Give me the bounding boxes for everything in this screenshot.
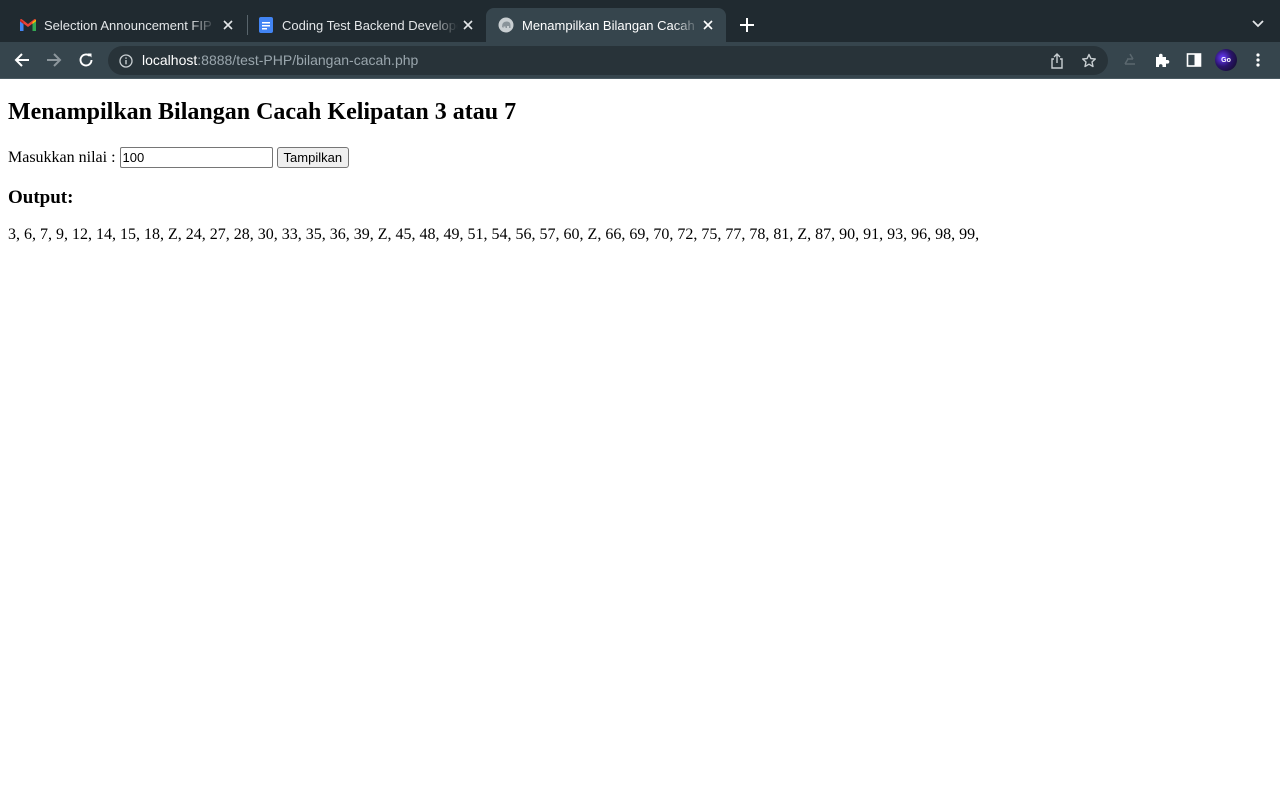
google-docs-icon	[258, 17, 274, 33]
back-button[interactable]	[11, 49, 33, 71]
share-icon[interactable]	[1048, 52, 1066, 70]
input-form: Masukkan nilai : Tampilkan	[8, 147, 350, 168]
gmail-icon	[20, 17, 36, 33]
arrow-left-icon	[14, 53, 29, 67]
close-tab-icon[interactable]	[220, 17, 236, 33]
extensions-puzzle-icon[interactable]	[1151, 49, 1173, 71]
url-host: localhost	[142, 52, 198, 68]
close-tab-icon[interactable]	[700, 17, 716, 33]
reload-icon	[79, 53, 93, 67]
more-vertical-icon	[1256, 53, 1260, 67]
value-input[interactable]	[119, 147, 273, 168]
profile-avatar[interactable]: Go	[1215, 49, 1237, 71]
tab-separator	[247, 15, 248, 35]
tab-title: Coding Test Backend Developer	[282, 17, 458, 33]
forward-button[interactable]	[43, 49, 65, 71]
value-label: Masukkan nilai :	[8, 148, 116, 166]
tab-gmail[interactable]: Selection Announcement FIP 5	[12, 8, 246, 42]
tab-active-bilangan-cacah[interactable]: Menampilkan Bilangan Cacah Kelipatan	[486, 8, 726, 42]
close-tab-icon[interactable]	[460, 17, 476, 33]
address-bar[interactable]: localhost:8888/test-PHP/bilangan-cacah.p…	[108, 46, 1108, 75]
output-text: 3, 6, 7, 9, 12, 14, 15, 18, Z, 24, 27, 2…	[8, 226, 980, 243]
url-path: :8888/test-PHP/bilangan-cacah.php	[197, 52, 419, 68]
plus-icon	[740, 18, 754, 32]
page-content: Menampilkan Bilangan Cacah Kelipatan 3 a…	[0, 79, 1280, 800]
tab-strip: Selection Announcement FIP 5 Coding Test…	[0, 0, 1280, 42]
bookmark-star-icon[interactable]	[1080, 52, 1098, 70]
recycle-extension-icon[interactable]	[1119, 49, 1141, 71]
side-panel-icon[interactable]	[1183, 49, 1205, 71]
tab-docs[interactable]: Coding Test Backend Developer	[250, 8, 486, 42]
tampilkan-button[interactable]: Tampilkan	[276, 147, 350, 168]
tab-search-button[interactable]	[1249, 15, 1267, 33]
tab-title: Selection Announcement FIP 5	[44, 17, 216, 33]
arrow-right-icon	[47, 53, 62, 67]
url-text: localhost:8888/test-PHP/bilangan-cacah.p…	[142, 52, 418, 68]
reload-button[interactable]	[75, 49, 97, 71]
browser-toolbar: localhost:8888/test-PHP/bilangan-cacah.p…	[0, 42, 1280, 78]
php-elephant-icon	[498, 17, 514, 33]
page-title: Menampilkan Bilangan Cacah Kelipatan 3 a…	[8, 99, 517, 125]
new-tab-button[interactable]	[737, 15, 757, 35]
tab-title: Menampilkan Bilangan Cacah Kelipatan	[522, 17, 700, 33]
site-info-icon[interactable]	[118, 53, 134, 69]
chevron-down-icon	[1252, 20, 1264, 28]
browser-menu-button[interactable]	[1247, 49, 1269, 71]
output-heading: Output:	[8, 187, 74, 208]
